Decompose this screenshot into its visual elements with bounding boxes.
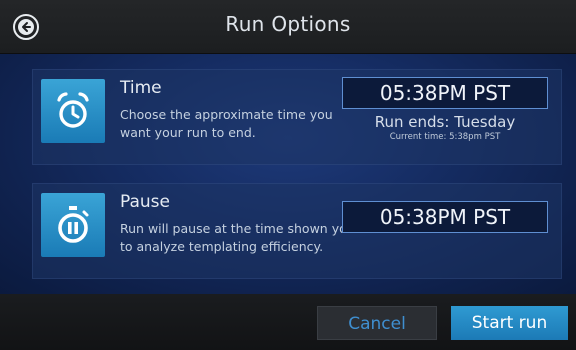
cancel-button[interactable]: Cancel (317, 306, 437, 340)
pause-option-card: Pause Run will pause at the time shown y… (32, 183, 562, 279)
footer-bar: Cancel Start run (0, 294, 576, 350)
time-option-card: Time Choose the approximate time you wan… (32, 69, 562, 165)
current-time-text: Current time: 5:38pm PST (389, 132, 501, 142)
pause-option-title: Pause (120, 192, 170, 212)
pause-time-field[interactable]: 05:38PM PST (342, 201, 548, 233)
page-title: Run Options (225, 12, 351, 36)
run-ends-text: Run ends: Tuesday (374, 113, 516, 131)
options-panel: Time Choose the approximate time you wan… (0, 54, 576, 294)
time-option-description: Choose the approximate time you want you… (120, 107, 333, 140)
start-run-button[interactable]: Start run (451, 306, 568, 340)
stopwatch-pause-icon (41, 193, 105, 257)
end-time-field[interactable]: 05:38PM PST (342, 77, 548, 109)
title-bar: Run Options (0, 0, 576, 54)
time-option-title: Time (120, 78, 162, 98)
alarm-clock-icon (41, 79, 105, 143)
pause-option-description: Run will pause at the time shown you to … (120, 221, 355, 254)
